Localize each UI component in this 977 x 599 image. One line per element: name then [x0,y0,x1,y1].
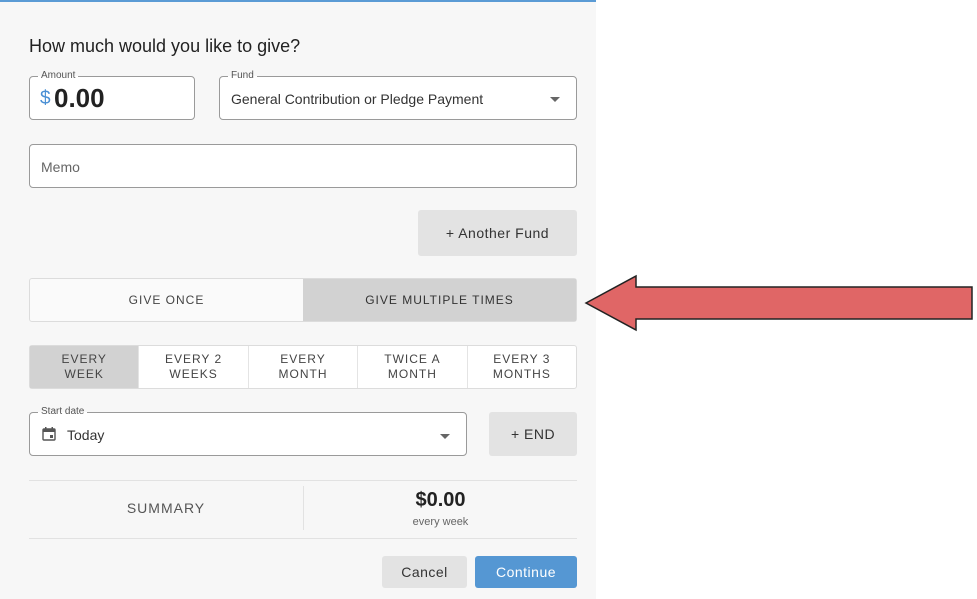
give-form-panel: How much would you like to give? Amount … [0,0,596,599]
period-line1: EVERY 3 [493,352,551,366]
period-line1: EVERY [280,352,326,366]
start-date-select[interactable]: Start date Today [29,406,467,456]
cancel-button[interactable]: Cancel [382,556,467,588]
continue-button[interactable]: Continue [475,556,577,588]
period-line2: MONTH [278,367,328,381]
period-every-month[interactable]: EVERY MONTH [247,346,357,388]
memo-placeholder: Memo [41,159,80,175]
period-line1: TWICE A [384,352,441,366]
chevron-down-icon [550,97,560,102]
calendar-icon [42,427,56,441]
period-line2: MONTH [387,367,437,381]
start-date-value: Today [67,427,105,443]
period-line1: EVERY 2 [164,352,223,366]
period-line2: WEEKS [169,367,218,381]
period-every-week[interactable]: EVERY WEEK [30,346,139,388]
memo-field[interactable]: Memo [29,144,577,188]
period-line2: WEEK [64,367,104,381]
summary-label: SUMMARY [126,500,206,516]
annotation-arrow-icon [584,274,973,332]
period-twice-a-month[interactable]: TWICE A MONTH [357,346,466,388]
period-every-3-months[interactable]: EVERY 3 MONTHS [466,346,576,388]
give-once-tab[interactable]: GIVE ONCE [30,279,303,321]
currency-symbol: $ [40,88,51,109]
divider [29,538,577,539]
summary-amount: $0.00 [415,489,466,511]
add-end-date-button[interactable]: + END [489,412,577,456]
fund-value: General Contribution or Pledge Payment [231,91,484,107]
give-multiple-times-tab[interactable]: GIVE MULTIPLE TIMES [303,279,576,321]
divider [29,480,577,481]
period-line1: EVERY [61,352,107,366]
period-line2: MONTHS [492,367,551,381]
chevron-down-icon [440,434,450,439]
page-title: How much would you like to give? [29,36,301,56]
amount-field[interactable]: Amount $ 0.00 [29,70,195,120]
start-date-legend: Start date [38,406,88,418]
frequency-toggle: GIVE ONCE GIVE MULTIPLE TIMES [29,278,577,322]
fund-select[interactable]: Fund General Contribution or Pledge Paym… [219,70,577,120]
period-selector: EVERY WEEK EVERY 2 WEEKS EVERY MONTH TWICE … [29,345,577,389]
amount-legend: Amount [38,70,79,82]
summary-frequency: every week [412,516,469,528]
amount-value[interactable]: 0.00 [54,83,105,114]
period-every-2-weeks[interactable]: EVERY 2 WEEKS [138,346,247,388]
top-accent-line [0,0,596,2]
add-another-fund-button[interactable]: + Another Fund [418,210,577,256]
fund-legend: Fund [228,70,257,82]
